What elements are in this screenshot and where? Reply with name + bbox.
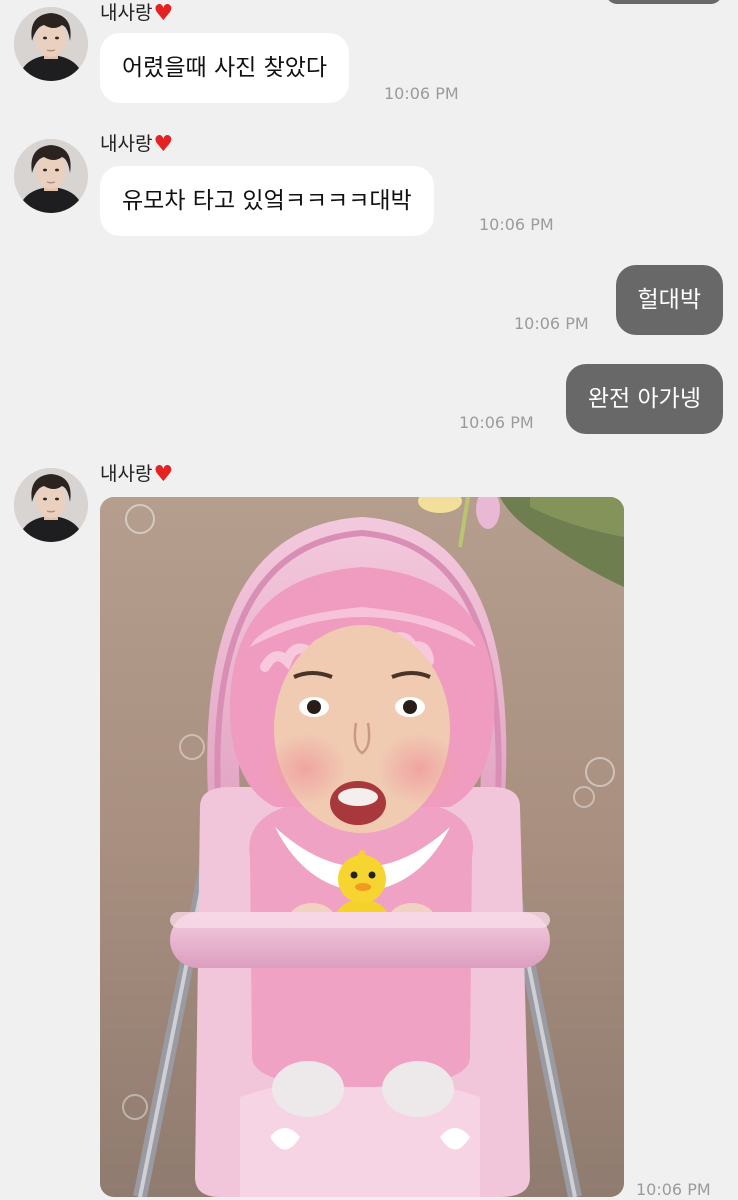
heart-icon: ♥ (153, 462, 174, 487)
sender-name: 내사랑♥ (100, 132, 174, 157)
previous-outgoing-bubble-edge (606, 0, 722, 4)
avatar[interactable] (14, 468, 88, 542)
incoming-message-bubble[interactable]: 유모차 타고 있엌ㅋㅋㅋㅋ대박 (100, 166, 434, 236)
sender-name: 내사랑♥ (100, 462, 174, 487)
outgoing-message-bubble[interactable]: 완전 아가넹 (565, 364, 723, 434)
message-timestamp: 10:06 PM (514, 314, 589, 333)
sender-name: 내사랑♥ (100, 1, 174, 26)
message-timestamp: 10:06 PM (384, 84, 459, 103)
avatar[interactable] (14, 7, 88, 81)
message-timestamp: 10:06 PM (479, 215, 554, 234)
message-timestamp: 10:06 PM (636, 1180, 711, 1199)
avatar[interactable] (14, 139, 88, 213)
heart-icon: ♥ (153, 132, 174, 157)
incoming-message-bubble[interactable]: 어렸을때 사진 찾았다 (100, 33, 350, 103)
outgoing-message-bubble[interactable]: 헐대박 (615, 265, 723, 335)
message-timestamp: 10:06 PM (459, 413, 534, 432)
shared-photo[interactable] (100, 497, 624, 1197)
heart-icon: ♥ (153, 1, 174, 26)
